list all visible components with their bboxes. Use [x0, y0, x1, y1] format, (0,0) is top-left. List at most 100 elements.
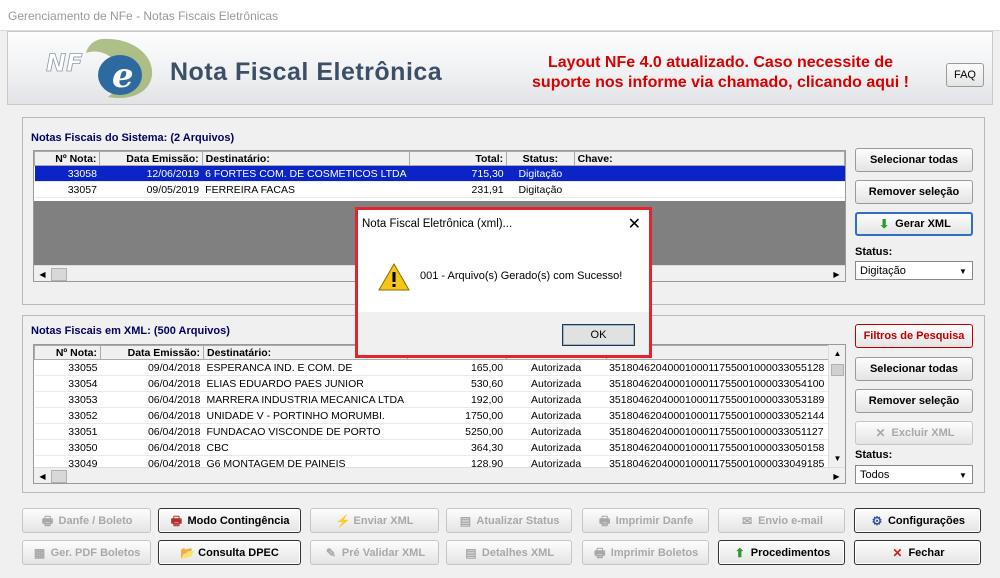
cell-key: 3518046204000100011755001000033055128: [606, 359, 835, 376]
printer-icon: 🖶: [599, 513, 611, 528]
generate-xml-button[interactable]: ⬇ Gerar XML: [855, 212, 973, 236]
scroll-thumb[interactable]: [51, 268, 67, 281]
xml-remove-selection-button[interactable]: Remover seleção: [855, 389, 973, 413]
table-row[interactable]: 33054 06/04/2018 ELIAS EDUARDO PAES JUNIOR…: [34, 375, 835, 392]
pre-validate-xml-button[interactable]: ✎ Pré Validar XML: [310, 540, 439, 565]
dialog-titlebar: Nota Fiscal Eletrônica (xml)... ✕: [358, 210, 649, 238]
cell-date: 09/04/2018: [100, 359, 204, 376]
print-danfe-label: Imprimir Danfe: [615, 514, 694, 527]
printer-icon: 🖶: [170, 513, 183, 528]
dialog-body: 001 - Arquivo(s) Gerado(s) com Sucesso!: [358, 238, 649, 312]
xml-select-all-button[interactable]: Selecionar todas: [855, 357, 973, 381]
support-notice-link[interactable]: Layout NFe 4.0 atualizado. Caso necessit…: [513, 53, 928, 93]
green-arrow-icon: ⬇: [879, 217, 890, 231]
status-select[interactable]: Digitação ▼: [855, 261, 973, 280]
ok-button[interactable]: OK: [562, 324, 635, 346]
details-icon: ▤: [465, 545, 477, 560]
scroll-left-icon[interactable]: ◀: [34, 468, 51, 483]
up-arrow-icon: ⬆: [734, 545, 745, 560]
contingency-mode-button[interactable]: 🖶 Modo Contingência: [158, 508, 301, 533]
cell-dest: CBC: [203, 439, 408, 456]
xml-details-button[interactable]: ▤ Detalhes XML: [446, 540, 572, 565]
col-num[interactable]: Nº Nota:: [34, 345, 101, 360]
generate-pdf-boletos-button[interactable]: ▦ Ger. PDF Boletos: [22, 540, 151, 565]
cell-status: Digitação: [506, 181, 575, 198]
xml-grid-hscroll[interactable]: ◀ ▶: [34, 467, 845, 483]
chevron-down-icon[interactable]: ▼: [955, 263, 971, 279]
table-row[interactable]: 33055 09/04/2018 ESPERANCA IND. E COM. DE 1…: [34, 359, 835, 376]
col-date[interactable]: Data Emissão:: [100, 345, 204, 360]
envelope-icon: ✉: [742, 513, 753, 528]
cell-key: 3518046204000100011755001000033053189: [606, 391, 835, 408]
search-filters-button[interactable]: Filtros de Pesquisa: [855, 324, 973, 348]
send-xml-button[interactable]: ⚡ Enviar XML: [310, 508, 439, 533]
table-row[interactable]: 33057 09/05/2019 FERREIRA FACAS 231,91 D…: [34, 181, 845, 198]
xml-status-select-value: Todos: [860, 469, 890, 481]
col-key[interactable]: Chave:: [573, 151, 845, 166]
table-row[interactable]: 33051 06/04/2018 FUNDACAO VISCONDE DE PORT…: [34, 423, 835, 440]
col-status[interactable]: Status:: [506, 151, 575, 166]
delete-xml-button[interactable]: ✕ Excluir XML: [855, 421, 973, 445]
status-label: Status:: [855, 246, 893, 258]
select-all-button[interactable]: Selecionar todas: [855, 148, 973, 172]
xml-grid-vscroll[interactable]: ▲ ▼: [828, 345, 845, 467]
close-label: Fechar: [908, 546, 945, 559]
cell-status: Autorizada: [506, 407, 607, 424]
scroll-left-icon[interactable]: ◀: [34, 266, 51, 281]
close-button[interactable]: ✕ Fechar: [854, 540, 981, 565]
table-row[interactable]: 33052 06/04/2018 UNIDADE V - PORTINHO MORU…: [34, 407, 835, 424]
print-boletos-button[interactable]: 🖶 Imprimir Boletos: [582, 540, 709, 565]
scroll-right-icon[interactable]: ▶: [828, 468, 845, 483]
svg-text:NF: NF: [46, 49, 83, 77]
svg-text:e: e: [112, 56, 134, 96]
send-xml-label: Enviar XML: [353, 514, 414, 527]
cell-dest: FERREIRA FACAS: [202, 181, 410, 198]
remove-selection-button[interactable]: Remover seleção: [855, 180, 973, 204]
close-icon: ✕: [875, 426, 886, 440]
cell-status: Autorizada: [506, 359, 607, 376]
consult-dpec-label: Consulta DPEC: [198, 546, 279, 559]
col-num[interactable]: Nº Nota:: [34, 151, 101, 166]
printer-icon: 🖶: [41, 513, 54, 528]
scroll-down-icon[interactable]: ▼: [829, 450, 845, 467]
cell-date: 06/04/2018: [100, 407, 204, 424]
xml-notes-grid[interactable]: Nº Nota: Data Emissão: Destinatário: 330…: [33, 344, 846, 484]
procedures-button[interactable]: ⬆ Procedimentos: [718, 540, 845, 565]
col-date[interactable]: Data Emissão:: [99, 151, 203, 166]
update-status-button[interactable]: ▤ Atualizar Status: [446, 508, 572, 533]
chevron-down-icon[interactable]: ▼: [955, 467, 971, 483]
scroll-up-icon[interactable]: ▲: [829, 345, 845, 362]
cell-status: Autorizada: [506, 423, 607, 440]
contingency-label: Modo Contingência: [187, 514, 290, 527]
danfe-boleto-button[interactable]: 🖶 Danfe / Boleto: [22, 508, 151, 533]
scroll-thumb[interactable]: [831, 364, 844, 376]
scroll-thumb[interactable]: [51, 470, 67, 483]
scroll-right-icon[interactable]: ▶: [828, 266, 845, 281]
lightning-icon: ⚡: [335, 513, 351, 528]
cell-dest: MARRERA INDUSTRIA MECANICA LTDA: [203, 391, 408, 408]
folder-icon: 📂: [180, 545, 196, 560]
consult-dpec-button[interactable]: 📂 Consulta DPEC: [158, 540, 301, 565]
xml-status-select[interactable]: Todos ▼: [855, 465, 973, 484]
table-row[interactable]: 33058 12/06/2019 6 FORTES COM. DE COSMET…: [34, 165, 845, 182]
print-danfe-button[interactable]: 🖶 Imprimir Danfe: [582, 508, 709, 533]
cell-total: 715,30: [409, 165, 507, 182]
cell-total: 231,91: [409, 181, 507, 198]
header-banner: e NF Nota Fiscal Eletrônica Layout NFe 4…: [7, 31, 993, 105]
table-row[interactable]: 33053 06/04/2018 MARRERA INDUSTRIA MECANIC…: [34, 391, 835, 408]
col-total[interactable]: Total:: [409, 151, 508, 166]
dialog-title: Nota Fiscal Eletrônica (xml)...: [362, 218, 513, 230]
check-document-icon: ✎: [325, 545, 336, 560]
cell-date: 09/05/2019: [99, 181, 203, 198]
cell-total: 192,00: [407, 391, 507, 408]
col-dest[interactable]: Destinatário:: [201, 151, 411, 166]
table-row[interactable]: 33050 06/04/2018 CBC 364,30 Autorizada 351804…: [34, 439, 835, 456]
cell-dest: ELIAS EDUARDO PAES JUNIOR: [203, 375, 408, 392]
settings-button[interactable]: ⚙ Configurações: [854, 508, 981, 533]
send-email-button[interactable]: ✉ Envio e-mail: [718, 508, 845, 533]
xml-details-label: Detalhes XML: [481, 546, 555, 559]
faq-button[interactable]: FAQ: [946, 63, 984, 87]
dialog-close-icon[interactable]: ✕: [628, 214, 641, 234]
cell-status: Digitação: [506, 165, 575, 182]
cell-key: 3518046204000100011755001000033052144: [606, 407, 835, 424]
